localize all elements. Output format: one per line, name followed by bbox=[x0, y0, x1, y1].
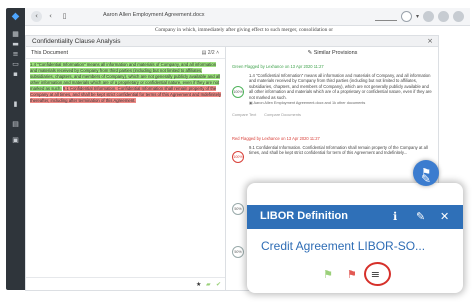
definition-title: LIBOR Definition bbox=[260, 210, 348, 222]
approve-flag-icon[interactable]: ⚑ bbox=[323, 268, 333, 281]
red-flag-text: Red Flagged by Lexhance on 13 Apr 2020 1… bbox=[232, 136, 320, 141]
settings-icon[interactable]: ▣ bbox=[10, 136, 21, 145]
back-button[interactable]: ‹ bbox=[31, 11, 42, 22]
toolbar-actions: ▾ bbox=[374, 11, 464, 22]
page-count: 2/2 bbox=[207, 50, 215, 56]
edit-icon[interactable]: ✎ bbox=[416, 210, 425, 223]
provision-card[interactable]: Green Flagged by Lexhance on 13 Apr 2020… bbox=[232, 64, 432, 118]
chevron-down-icon[interactable]: ▾ bbox=[416, 13, 419, 20]
app-sidebar: ◆ ▦ ▬ ≡ ▭ ▪ ▮ ▤ ▣ bbox=[6, 8, 25, 290]
document-title: Aaron Allen Employment Agreement.docx bbox=[103, 12, 205, 18]
app-logo-icon[interactable]: ◆ bbox=[10, 12, 21, 22]
download-icon[interactable] bbox=[438, 11, 449, 22]
compare-documents-button[interactable]: Compare Documents bbox=[264, 112, 301, 118]
report-icon[interactable]: ▤ bbox=[10, 120, 21, 129]
folder-icon[interactable]: ▬ bbox=[10, 40, 21, 49]
match-percent: 50% bbox=[232, 203, 244, 215]
top-toolbar: ‹ ‹ ▯ Aaron Allen Employment Agreement.d… bbox=[25, 8, 470, 26]
source-document-name: Aaron Allen Employment Agreement.docx an… bbox=[253, 100, 366, 105]
provision-text: 1.4 "Confidential Information" means all… bbox=[249, 72, 432, 100]
provision-card[interactable]: Red Flagged by Lexhance on 13 Apr 2020 1… bbox=[232, 136, 432, 163]
this-document-label: This Document bbox=[31, 50, 68, 56]
panel-title: Confidentiality Clause Analysis bbox=[32, 38, 121, 45]
list-icon[interactable]: ≡ bbox=[10, 50, 21, 59]
user-avatar[interactable] bbox=[400, 11, 412, 22]
share-icon[interactable] bbox=[423, 11, 434, 22]
similar-provisions-title: ✎ Similar Provisions bbox=[226, 50, 439, 56]
reject-flag-icon[interactable]: ⚑ bbox=[347, 268, 357, 281]
document-snippet: Company in which, immediately after givi… bbox=[155, 27, 334, 33]
chevron-up-icon[interactable]: ˄ bbox=[215, 50, 219, 56]
wrench-icon: ✎ bbox=[421, 172, 432, 186]
dashboard-icon[interactable]: ▦ bbox=[10, 30, 21, 39]
grid-icon[interactable]: ▪ bbox=[10, 70, 21, 79]
document-snippet-bar: Company in which, immediately after givi… bbox=[25, 26, 470, 35]
left-footer: ★ ▰ ✔ bbox=[26, 277, 225, 291]
column-header: This Document ▤ 2/2 ˄ bbox=[26, 47, 225, 59]
check-icon[interactable]: ✔ bbox=[216, 281, 221, 288]
panel-header: Confidentiality Clause Analysis × bbox=[26, 36, 438, 47]
match-percent: 100% bbox=[232, 86, 244, 98]
compare-text-button[interactable]: Compare Text bbox=[232, 112, 256, 118]
match-percent: 50% bbox=[232, 246, 244, 258]
zoomed-provision-card: LIBOR Definition ℹ ✎ ✕ Credit Agreement … bbox=[247, 183, 463, 293]
document-icon: ▯ bbox=[62, 12, 67, 20]
similar-provisions-label: Similar Provisions bbox=[313, 50, 358, 56]
star-icon[interactable]: ★ bbox=[196, 281, 201, 288]
pager[interactable]: ▤ 2/2 ˄ bbox=[202, 50, 219, 56]
forward-button[interactable]: ‹ bbox=[45, 11, 56, 22]
settings-icon[interactable] bbox=[453, 11, 464, 22]
provision-text: 9.1 Confidential Information. Confidenti… bbox=[249, 144, 428, 156]
highlight-ring bbox=[363, 261, 391, 286]
match-percent: 100% bbox=[232, 151, 244, 163]
zoom-header: LIBOR Definition ℹ ✎ ✕ bbox=[247, 205, 463, 229]
agreement-link[interactable]: Credit Agreement LIBOR-SO... bbox=[261, 239, 425, 253]
source-document[interactable]: ▣ Aaron Allen Employment Agreement.docx … bbox=[249, 101, 432, 107]
close-icon[interactable]: × bbox=[427, 37, 433, 45]
green-flag-text: Green Flagged by Lexhance on 13 Apr 2020… bbox=[232, 64, 324, 69]
user-field[interactable] bbox=[374, 13, 397, 21]
chart-icon[interactable]: ▮ bbox=[10, 100, 21, 109]
clause-text: 1.4 "Confidential Information" means all… bbox=[30, 62, 222, 104]
this-document-column: This Document ▤ 2/2 ˄ 1.4 "Confidential … bbox=[26, 47, 226, 291]
notes-icon[interactable]: ≡ bbox=[363, 261, 391, 286]
close-icon[interactable]: ✕ bbox=[440, 210, 449, 223]
documents-icon[interactable]: ▭ bbox=[10, 60, 21, 69]
zoom-actions: ⚑ ⚑ ≡ bbox=[323, 261, 391, 286]
info-icon[interactable]: ℹ bbox=[393, 210, 397, 223]
approve-icon[interactable]: ▰ bbox=[206, 281, 211, 288]
